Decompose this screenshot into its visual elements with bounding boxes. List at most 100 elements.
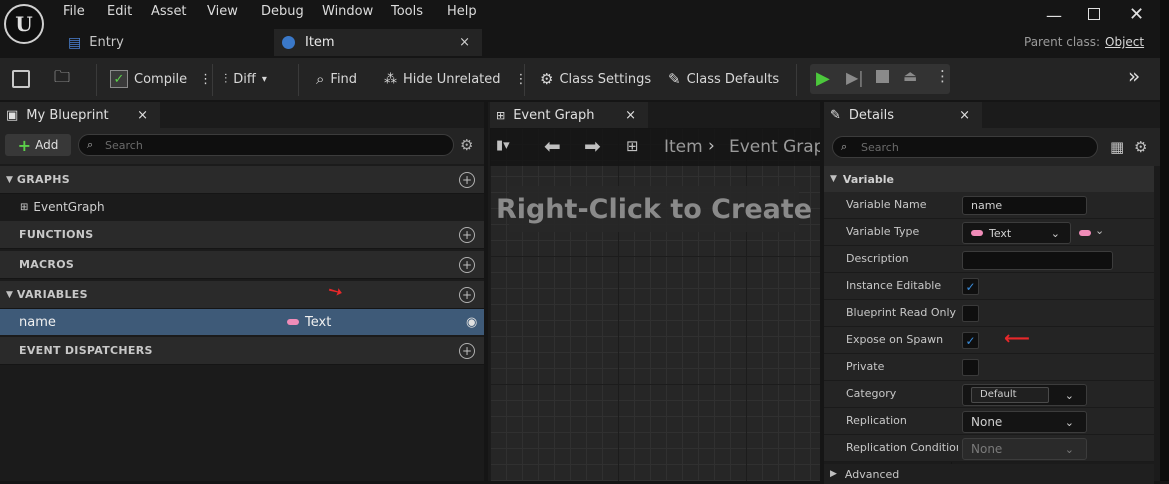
advanced-section-header[interactable]: ▶ Advanced: [824, 464, 1154, 484]
breadcrumb-item[interactable]: Item: [664, 137, 703, 157]
my-blueprint-tab[interactable]: ▣ My Blueprint ×: [0, 102, 160, 128]
tab-entry[interactable]: ▤ Entry: [60, 29, 272, 56]
toolbar-separator: [96, 64, 97, 96]
variables-label: VARIABLES: [16, 288, 88, 301]
unreal-logo-icon[interactable]: U: [4, 4, 44, 44]
menu-asset[interactable]: Asset: [151, 4, 187, 19]
collapse-arrow-icon: ▼: [6, 174, 13, 185]
class-defaults-button[interactable]: ✎ Class Defaults: [668, 58, 779, 100]
details-tab[interactable]: ✎ Details ×: [824, 102, 982, 128]
diff-button[interactable]: ⫶ Diff ▾: [224, 58, 267, 100]
nodes-icon: ⁂: [384, 71, 397, 87]
container-type-pin-icon[interactable]: [1079, 230, 1091, 236]
play-icon[interactable]: ▶: [816, 68, 830, 89]
breadcrumb-chevron-icon: ›: [708, 136, 715, 156]
blueprint-search-input[interactable]: ⌕ Search: [78, 134, 454, 156]
variable-row-name[interactable]: name Text ◉: [0, 309, 484, 335]
plus-icon: +: [17, 135, 32, 155]
back-arrow-icon[interactable]: ⬅: [544, 134, 561, 158]
instance-editable-checkbox[interactable]: ✓: [962, 278, 979, 295]
close-icon[interactable]: ×: [625, 108, 636, 123]
macros-section-header[interactable]: MACROS +: [0, 251, 484, 279]
menu-window[interactable]: Window: [322, 4, 373, 19]
variable-name-input[interactable]: name: [962, 196, 1087, 215]
advanced-label: Advanced: [844, 467, 900, 481]
event-dispatchers-section-header[interactable]: EVENT DISPATCHERS +: [0, 337, 484, 365]
graph-canvas[interactable]: [490, 128, 820, 481]
more-options-icon[interactable]: ⋮: [515, 72, 528, 87]
eye-icon[interactable]: ◉: [466, 315, 477, 330]
blueprint-read-only-checkbox[interactable]: [962, 305, 979, 322]
replication-dropdown[interactable]: None ⌄: [962, 411, 1087, 433]
diff-label: Diff: [233, 71, 256, 87]
event-graph-item[interactable]: ⊞ EventGraph: [0, 194, 484, 220]
add-button[interactable]: + Add: [5, 134, 71, 156]
event-graph-title: Event Graph: [513, 107, 595, 123]
stop-icon[interactable]: [876, 70, 889, 83]
macros-label: MACROS: [19, 258, 75, 271]
graph-icon: ⊞: [20, 201, 29, 213]
hide-unrelated-label: Hide Unrelated: [403, 71, 501, 87]
settings-gear-icon[interactable]: ⚙: [1134, 138, 1147, 156]
event-graph-tab[interactable]: ⊞ Event Graph ×: [490, 102, 648, 128]
window-close-icon[interactable]: ✕: [1129, 4, 1144, 25]
more-options-icon[interactable]: ⋮: [199, 72, 212, 87]
prop-private: Private: [824, 354, 1154, 381]
graphs-section-header[interactable]: ▼ GRAPHS +: [0, 166, 484, 194]
tab-item[interactable]: Item ×: [274, 29, 482, 56]
private-checkbox[interactable]: [962, 359, 979, 376]
expand-toolbar-icon[interactable]: »: [1128, 64, 1140, 88]
category-value: Default: [971, 387, 1049, 403]
toolbar-separator: [212, 64, 213, 96]
add-dispatcher-icon[interactable]: +: [459, 342, 475, 359]
pencil-icon: ✎: [830, 107, 841, 123]
close-icon[interactable]: ×: [459, 35, 470, 50]
close-icon[interactable]: ×: [137, 108, 148, 123]
chevron-down-icon[interactable]: ⌄: [1095, 224, 1104, 237]
settings-gear-icon[interactable]: ⚙: [460, 136, 473, 154]
save-icon[interactable]: [12, 58, 30, 100]
search-placeholder: Search: [105, 138, 143, 152]
hide-unrelated-button[interactable]: ⁂ Hide Unrelated ⋮: [384, 58, 528, 100]
add-macro-icon[interactable]: +: [459, 256, 475, 273]
menu-edit[interactable]: Edit: [107, 4, 132, 19]
browse-icon[interactable]: 🗀: [54, 58, 70, 100]
variable-type-label: Text: [305, 314, 332, 330]
compile-button[interactable]: ✓ Compile ⋮: [110, 58, 212, 100]
eject-icon[interactable]: ⏏: [903, 67, 917, 85]
prop-label: Expose on Spawn: [846, 333, 944, 346]
breadcrumb-current: Event Grap: [729, 137, 820, 157]
class-settings-button[interactable]: ⚙ Class Settings: [540, 58, 651, 100]
menu-help[interactable]: Help: [447, 4, 477, 19]
prop-expose-on-spawn: Expose on Spawn ✓ ⟵: [824, 327, 1154, 354]
category-dropdown[interactable]: Default ⌄: [962, 384, 1087, 406]
search-icon: ⌕: [316, 70, 325, 88]
expose-on-spawn-checkbox[interactable]: ✓: [962, 332, 979, 349]
more-options-icon[interactable]: ⋮: [935, 67, 950, 85]
variables-section-header[interactable]: ▼ VARIABLES +: [0, 281, 484, 309]
details-search-input[interactable]: ⌕ Search: [832, 136, 1098, 158]
parent-class-link[interactable]: Object: [1105, 35, 1144, 49]
description-input[interactable]: [962, 251, 1113, 270]
add-variable-icon[interactable]: +: [459, 286, 475, 303]
toolbar-separator: [524, 64, 525, 96]
variable-section-header[interactable]: ▼ Variable: [824, 166, 1154, 192]
close-icon[interactable]: ×: [959, 108, 970, 123]
prop-label: Blueprint Read Only: [846, 306, 957, 319]
maximize-icon[interactable]: [1088, 8, 1100, 20]
bookmark-icon[interactable]: ▮▾: [496, 138, 510, 153]
forward-arrow-icon[interactable]: ➡: [584, 134, 601, 158]
menu-view[interactable]: View: [207, 4, 238, 19]
step-icon[interactable]: ▶︎|: [846, 68, 864, 87]
add-function-icon[interactable]: +: [459, 226, 475, 243]
prop-label: Variable Type: [846, 225, 920, 238]
minimize-icon[interactable]: —: [1046, 6, 1062, 25]
variable-type-dropdown[interactable]: Text ⌄: [962, 222, 1071, 244]
menu-file[interactable]: File: [63, 4, 85, 19]
functions-section-header[interactable]: FUNCTIONS +: [0, 221, 484, 249]
menu-tools[interactable]: Tools: [391, 4, 423, 19]
find-button[interactable]: ⌕ Find: [316, 58, 357, 100]
add-graph-icon[interactable]: +: [459, 171, 475, 188]
menu-debug[interactable]: Debug: [261, 4, 304, 19]
table-view-icon[interactable]: ▦: [1110, 138, 1124, 156]
